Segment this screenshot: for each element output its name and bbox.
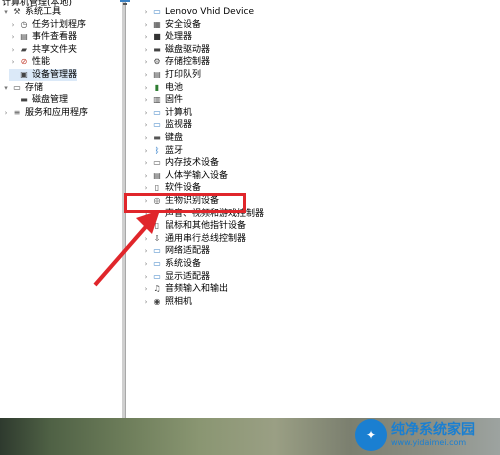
watermark: ✦ 纯净系统家园 www.yidaimei.com [355,414,500,455]
annotation-arrow [93,210,160,287]
watermark-title: 纯净系统家园 [391,421,475,438]
watermark-url: www.yidaimei.com [391,437,467,447]
watermark-logo-icon: ✦ [355,418,387,451]
